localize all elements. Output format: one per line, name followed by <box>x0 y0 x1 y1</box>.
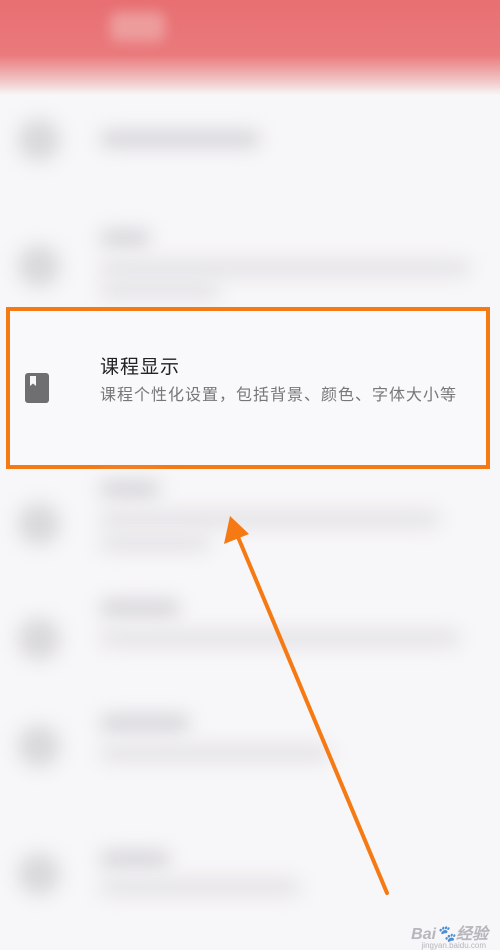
watermark-url: jingyan.baidu.com <box>421 941 486 950</box>
annotation-arrow <box>224 516 389 895</box>
